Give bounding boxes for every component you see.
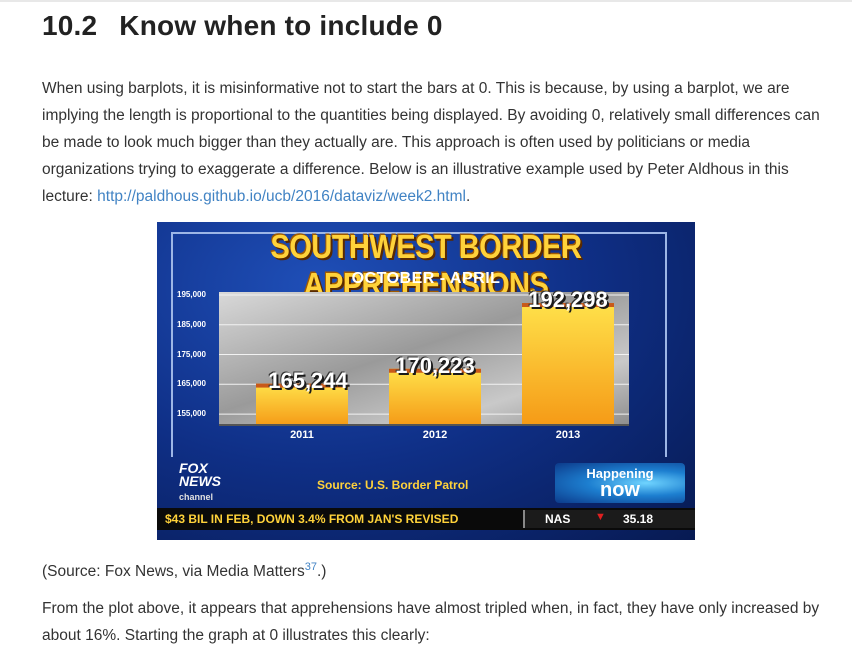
y-tick-label: 155,000 [177,409,206,419]
y-tick-label: 195,000 [177,289,206,299]
figure-caption: (Source: Fox News, via Media Matters37.) [42,558,326,581]
news-ticker: $43 BIL IN FEB, DOWN 3.4% FROM JAN'S REV… [157,508,695,530]
ticker-index: NAS [545,512,571,526]
intro-text: When using barplots, it is misinformativ… [42,80,820,205]
footnote-link[interactable]: 37 [305,561,317,573]
down-arrow-icon: ▼ [595,511,606,523]
caption-end: .) [316,563,327,581]
x-tick-label: 2012 [422,429,448,441]
ticker-headline: $43 BIL IN FEB, DOWN 3.4% FROM JAN'S REV… [165,512,459,526]
bar-2013 [522,303,614,426]
chart-source: Source: U.S. Border Patrol [317,478,469,492]
y-tick-label: 165,000 [177,379,206,389]
x-tick-label: 2013 [555,429,581,441]
caption-text: (Source: Fox News, via Media Matters [42,563,305,581]
logo-news: NEWS [179,473,221,489]
intro-paragraph: When using barplots, it is misinformativ… [42,75,822,210]
fox-news-figure: SOUTHWEST BORDER APPREHENSIONS OCTOBER -… [157,222,695,540]
footnote-ref: 37 [305,558,317,573]
y-axis-labels: 195,000 185,000 175,000 165,000 155,000 [177,289,219,426]
section-number: 10.2 [42,10,98,41]
section-title: Know when to include 0 [119,10,443,41]
top-divider [0,0,852,2]
logo-channel: channel [179,492,214,502]
intro-period: . [465,188,471,205]
section-heading: 10.2 Know when to include 0 [42,10,443,42]
x-tick-label: 2011 [290,429,314,441]
now-text: now [600,479,640,501]
lecture-link[interactable]: http://paldhous.github.io/ucb/2016/datav… [97,188,466,205]
y-tick-label: 175,000 [177,349,206,359]
fox-news-logo: FOX NEWS channel [179,461,231,504]
data-label: 192,298 [528,287,608,313]
ticker-value: 35.18 [623,512,654,526]
happening-now-badge: Happening now [555,463,685,503]
chart-subtitle: OCTOBER - APRIL [351,270,501,287]
data-label: 170,223 [395,352,475,378]
y-tick-label: 185,000 [177,319,206,329]
data-label: 165,244 [268,367,348,393]
conclusion-paragraph: From the plot above, it appears that app… [42,600,820,644]
